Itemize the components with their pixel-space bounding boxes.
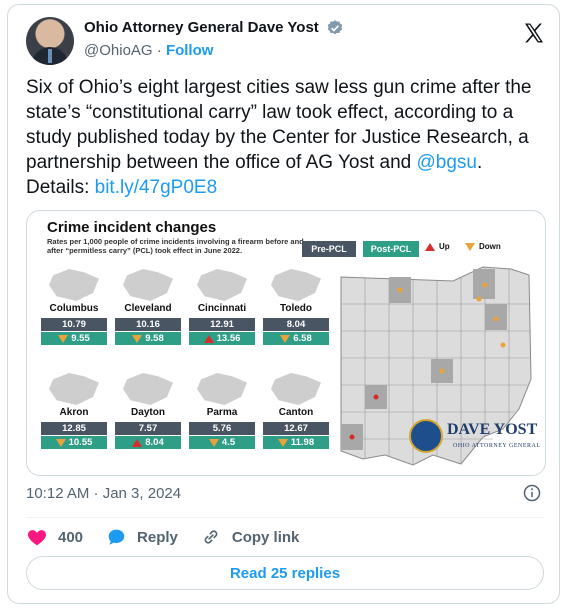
pre-pcl-value: 10.16 <box>115 318 181 331</box>
reply-button[interactable]: Reply <box>105 526 178 548</box>
link-icon <box>204 530 218 544</box>
city-card: Toledo 8.04 6.58 <box>263 269 329 345</box>
infographic-image[interactable]: Crime incident changes Rates per 1,000 p… <box>26 210 546 476</box>
city-map <box>271 269 321 301</box>
city-name: Akron <box>59 407 89 418</box>
post-pcl-value: 6.58 <box>263 332 329 345</box>
post-pcl-value: 10.55 <box>41 436 107 449</box>
mention-link[interactable]: @bgsu <box>416 152 477 173</box>
down-arrow-icon <box>280 334 291 343</box>
up-arrow-icon <box>132 438 143 447</box>
pre-pcl-value: 12.85 <box>41 422 107 435</box>
post-pcl-value: 9.58 <box>115 332 181 345</box>
verified-badge-icon <box>327 20 343 35</box>
author-name[interactable]: Ohio Attorney General Dave Yost <box>84 19 319 36</box>
city-card: Cincinnati 12.91 13.56 <box>189 269 255 345</box>
city-name: Columbus <box>49 303 99 314</box>
action-bar: 400 Reply Copy link <box>26 525 321 549</box>
post-pcl-value: 9.55 <box>41 332 107 345</box>
city-map <box>123 373 173 405</box>
down-arrow-icon <box>465 242 475 251</box>
pre-pcl-value: 12.67 <box>263 422 329 435</box>
down-arrow-icon <box>58 334 69 343</box>
pre-pcl-value: 7.57 <box>115 422 181 435</box>
follow-button[interactable]: Follow <box>166 42 214 59</box>
author-handle-row: @OhioAG · Follow <box>84 42 213 59</box>
read-replies-button[interactable]: Read 25 replies <box>26 556 544 590</box>
city-map <box>49 373 99 405</box>
down-arrow-icon <box>208 438 219 447</box>
logo-subtitle: OHIO ATTORNEY GENERAL <box>453 443 541 449</box>
up-arrow-icon <box>203 334 214 343</box>
pre-pcl-value: 12.91 <box>189 318 255 331</box>
post-pcl-value: 11.98 <box>263 436 329 449</box>
city-map <box>49 269 99 301</box>
legend-down: Down <box>465 242 501 251</box>
city-card: Dayton 7.57 8.04 <box>115 373 181 449</box>
copy-link-label: Copy link <box>231 528 300 546</box>
tweet-timestamp[interactable]: 10:12 AM · Jan 3, 2024 <box>26 485 181 502</box>
separator: · <box>152 42 166 59</box>
post-pcl-value: 4.5 <box>189 436 255 449</box>
like-button[interactable]: 400 <box>26 526 83 548</box>
tweet-text: Six of Ohio’s eight largest cities saw l… <box>26 75 546 200</box>
author-handle[interactable]: @OhioAG <box>84 42 153 59</box>
post-pcl-value: 8.04 <box>115 436 181 449</box>
city-card: Parma 5.76 4.5 <box>189 373 255 449</box>
avatar[interactable] <box>26 17 74 65</box>
pre-pcl-value: 5.76 <box>189 422 255 435</box>
reply-bubble-icon <box>108 529 125 545</box>
city-map <box>197 373 247 405</box>
up-arrow-icon <box>425 242 435 251</box>
pre-pcl-value: 10.79 <box>41 318 107 331</box>
down-arrow-icon <box>277 438 288 447</box>
infographic-subtitle: Rates per 1,000 people of crime incident… <box>47 237 304 255</box>
reply-label: Reply <box>137 528 178 546</box>
legend-post-pcl: Post-PCL <box>363 241 419 257</box>
post-pcl-value: 13.56 <box>189 332 255 345</box>
divider <box>26 517 544 518</box>
city-card: Cleveland 10.16 9.58 <box>115 269 181 345</box>
city-map <box>197 269 247 301</box>
city-map <box>271 373 321 405</box>
city-name: Parma <box>206 407 238 418</box>
city-name: Dayton <box>131 407 165 418</box>
city-name: Cleveland <box>124 303 172 314</box>
x-logo-icon[interactable] <box>522 21 546 45</box>
pre-pcl-value: 8.04 <box>263 318 329 331</box>
info-icon[interactable] <box>522 483 542 503</box>
heart-icon <box>27 530 47 546</box>
city-name: Cincinnati <box>197 303 247 314</box>
city-card: Canton 12.67 11.98 <box>263 373 329 449</box>
likes-count: 400 <box>58 528 84 546</box>
logo-name: DAVE YOST <box>447 421 538 438</box>
city-name: Toledo <box>279 303 313 314</box>
details-link[interactable]: bit.ly/47gP0E8 <box>95 177 218 198</box>
copy-link-button[interactable]: Copy link <box>200 526 300 548</box>
tweet-card: Ohio Attorney General Dave Yost @OhioAG … <box>7 4 560 604</box>
ohio-ag-seal-icon <box>409 419 443 453</box>
legend-up: Up <box>425 242 450 251</box>
city-map <box>123 269 173 301</box>
down-arrow-icon <box>55 438 66 447</box>
city-card: Akron 12.85 10.55 <box>41 373 107 449</box>
city-name: Canton <box>278 407 314 418</box>
city-card: Columbus 10.79 9.55 <box>41 269 107 345</box>
infographic-title: Crime incident changes <box>47 219 217 236</box>
legend-pre-pcl: Pre-PCL <box>302 241 356 257</box>
down-arrow-icon <box>132 334 143 343</box>
